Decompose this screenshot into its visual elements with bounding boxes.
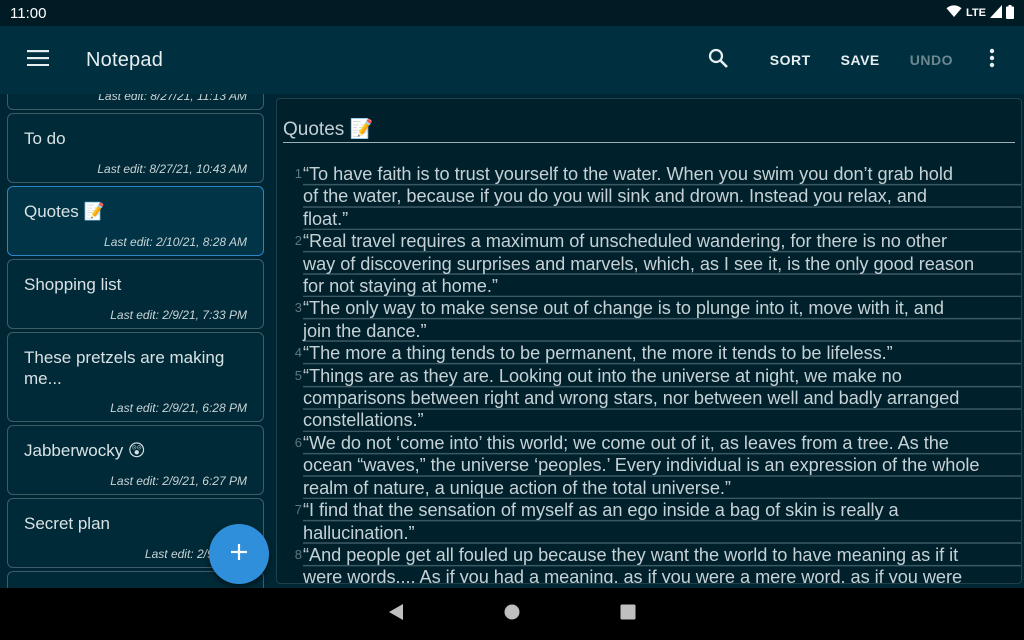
app-bar: Notepad SORT SAVE UNDO xyxy=(0,26,1024,94)
line-text: “Things are as they are. Looking out int… xyxy=(303,364,1021,432)
wifi-icon xyxy=(946,5,962,21)
line-segment: join the dance.” xyxy=(303,320,427,341)
system-nav-bar xyxy=(0,588,1024,640)
note-title: Secret plan xyxy=(24,514,110,533)
back-icon[interactable] xyxy=(388,603,404,626)
note-title-field[interactable]: Quotes 📝 xyxy=(283,117,1015,143)
app-title: Notepad xyxy=(86,48,164,71)
line-segment: constellations.” xyxy=(303,410,424,431)
more-vert-icon xyxy=(989,48,995,73)
editor-line: 5 “Things are as they are. Looking out in… xyxy=(277,364,1021,432)
line-segment: “To have faith is to trust yourself to t… xyxy=(303,164,953,184)
note-list[interactable]: Last edit: 8/27/21, 11:13 AM To do Last … xyxy=(0,94,272,588)
line-segment: hallucination.” xyxy=(303,522,415,543)
line-segment: “Things are as they are. Looking out int… xyxy=(303,365,902,386)
line-number: 5 xyxy=(294,367,302,383)
note-card[interactable]: These pretzels are making me... Last edi… xyxy=(7,332,264,422)
home-icon[interactable] xyxy=(504,604,520,625)
undo-button[interactable]: UNDO xyxy=(910,52,953,68)
line-segment: “And people get all fouled up because th… xyxy=(303,544,959,565)
line-segment: “The only way to make sense out of chang… xyxy=(303,298,944,319)
note-title: These pretzels are making me... xyxy=(24,348,225,388)
note-title: Jabberwocky 😲 xyxy=(24,441,146,460)
line-number: 7 xyxy=(294,502,302,518)
plus-icon xyxy=(231,543,247,565)
overflow-menu-button[interactable] xyxy=(970,37,1014,83)
note-card-selected[interactable]: Quotes 📝 Last edit: 2/10/21, 8:28 AM xyxy=(7,186,264,256)
line-number: 1 xyxy=(294,166,302,181)
status-bar: 11:00 LTE xyxy=(0,0,1024,26)
save-button[interactable]: SAVE xyxy=(841,52,880,68)
line-segment: for not staying at home.” xyxy=(303,276,498,297)
note-editor[interactable]: Quotes 📝 1 “To have faith is to trust you… xyxy=(276,98,1022,584)
editor-line: 1 “To have faith is to trust yourself to … xyxy=(277,163,1021,231)
note-title: Quotes 📝 xyxy=(24,202,105,221)
editor-line: 8 “And people get all fouled up because t… xyxy=(277,543,1021,584)
note-last-edit: Last edit: 8/27/21, 11:13 AM xyxy=(98,94,247,103)
line-segment: were words.... As if you had a meaning, … xyxy=(303,567,963,584)
note-card[interactable]: Shopping list Last edit: 2/9/21, 7:33 PM xyxy=(7,259,264,329)
note-last-edit: Last edit: 2/10/21, 8:28 AM xyxy=(104,235,247,249)
line-text: “Real travel requires a maximum of unsch… xyxy=(303,230,1021,298)
editor-line: 4 “The more a thing tends to be permanent… xyxy=(277,342,1021,365)
note-title: To do xyxy=(24,129,66,148)
line-segment: “Real travel requires a maximum of unsch… xyxy=(303,231,948,252)
line-segment: ocean “waves,” the universe ‘peoples.’ E… xyxy=(303,455,980,476)
line-number: 4 xyxy=(294,345,302,361)
note-card[interactable]: Jabberwocky 😲 Last edit: 2/9/21, 6:27 PM xyxy=(7,425,264,495)
search-icon xyxy=(708,48,728,73)
line-text: “To have faith is to trust yourself to t… xyxy=(303,163,1021,231)
line-text: “The only way to make sense out of chang… xyxy=(303,297,1021,343)
editor-line: 2 “Real travel requires a maximum of unsc… xyxy=(277,230,1021,298)
line-segment: way of discovering surprises and marvels… xyxy=(303,253,975,274)
line-text: “I find that the sensation of myself as … xyxy=(303,499,1021,544)
hamburger-icon xyxy=(27,49,49,71)
line-number: 6 xyxy=(294,434,302,450)
line-text: “We do not ‘come into’ this world; we co… xyxy=(303,431,1021,500)
line-segment: “The more a thing tends to be permanent,… xyxy=(303,343,893,364)
status-icons: LTE xyxy=(946,4,1014,22)
line-segment: comparisons between right and wrong star… xyxy=(303,388,960,409)
editor-line: 6 “We do not ‘come into’ this world; we c… xyxy=(277,431,1021,500)
menu-button[interactable] xyxy=(0,26,76,94)
signal-icon xyxy=(990,5,1002,21)
network-type: LTE xyxy=(966,7,986,19)
line-segment: realm of nature, a unique action of the … xyxy=(303,477,731,498)
note-last-edit: Last edit: 2/9/21, 7:33 PM xyxy=(110,308,247,322)
note-card[interactable]: To do Last edit: 8/27/21, 10:43 AM xyxy=(7,113,264,183)
add-note-button[interactable] xyxy=(209,524,269,584)
line-segment: “We do not ‘come into’ this world; we co… xyxy=(303,432,949,453)
line-segment: float.” xyxy=(303,208,349,229)
sort-button[interactable]: SORT xyxy=(770,52,811,68)
line-segment: of the water, because if you do you will… xyxy=(303,186,927,207)
status-time: 11:00 xyxy=(10,4,47,22)
search-button[interactable] xyxy=(695,37,741,83)
line-number: 8 xyxy=(294,546,302,562)
editor-line: 3 “The only way to make sense out of chan… xyxy=(277,297,1021,343)
line-text: “The more a thing tends to be permanent,… xyxy=(303,342,1021,365)
note-card[interactable]: Last edit: 8/27/21, 11:13 AM xyxy=(7,94,264,110)
line-text: “And people get all fouled up because th… xyxy=(303,543,1021,584)
editor-line: 7 “I find that the sensation of myself as… xyxy=(277,499,1021,544)
recents-icon[interactable] xyxy=(620,604,636,625)
note-body-field[interactable]: 1 “To have faith is to trust yourself to … xyxy=(277,163,1021,584)
line-number: 2 xyxy=(294,233,302,249)
note-title: Shopping list xyxy=(24,275,122,294)
battery-icon xyxy=(1006,4,1014,22)
note-last-edit: Last edit: 8/27/21, 10:43 AM xyxy=(97,162,247,176)
content-area: Last edit: 8/27/21, 11:13 AM To do Last … xyxy=(0,94,1024,588)
note-last-edit: Last edit: 2/9/21, 6:27 PM xyxy=(110,474,247,488)
line-number: 3 xyxy=(294,300,302,316)
note-last-edit: Last edit: 2/9/21, 6:28 PM xyxy=(110,401,247,415)
line-segment: “I find that the sensation of myself as … xyxy=(303,500,899,521)
